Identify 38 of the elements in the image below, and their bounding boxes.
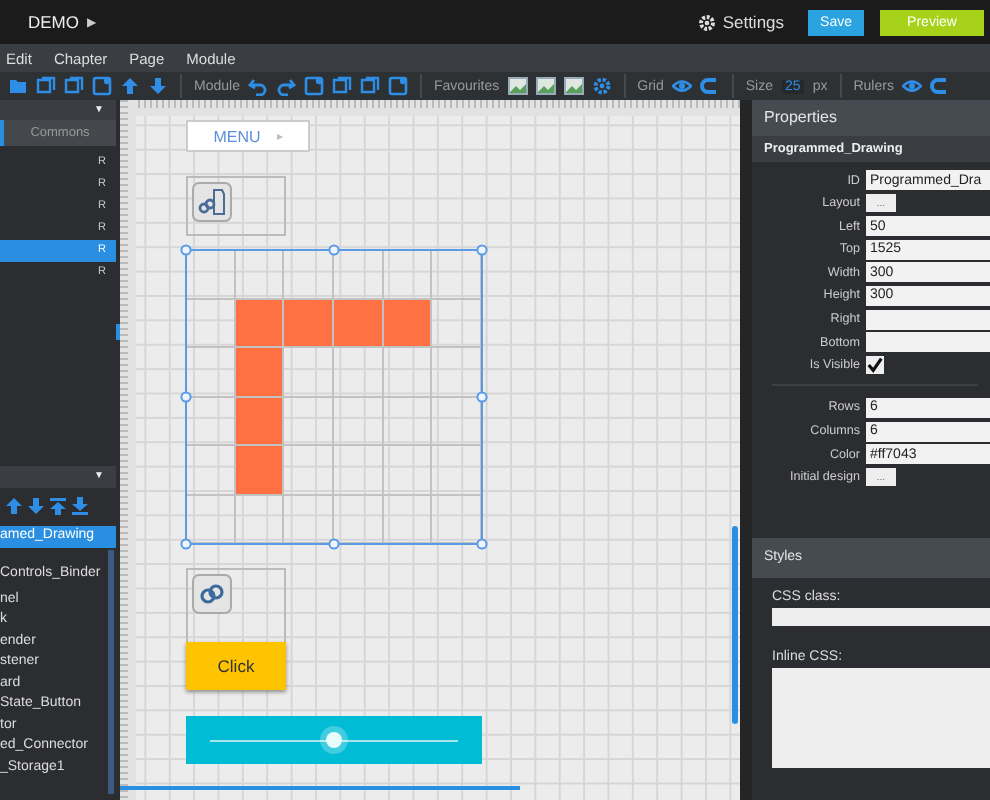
frame-icon[interactable] — [303, 76, 324, 96]
copy-icon[interactable] — [36, 76, 56, 96]
panel-title: Properties — [752, 100, 990, 136]
eye-icon[interactable] — [901, 76, 922, 96]
input-field[interactable] — [866, 332, 990, 353]
undo-icon[interactable] — [247, 76, 268, 96]
settings-link[interactable]: Settings — [698, 12, 785, 32]
move-bottom-icon[interactable] — [70, 496, 90, 517]
down-arrow-icon[interactable] — [148, 76, 168, 96]
frame-icon[interactable] — [387, 76, 408, 96]
redo-icon[interactable] — [275, 76, 296, 96]
settings-icon[interactable] — [591, 76, 612, 96]
project-title: DEMO — [28, 12, 79, 32]
slider[interactable] — [186, 716, 482, 764]
click-button[interactable]: Click — [186, 642, 286, 690]
eye-icon[interactable] — [671, 76, 692, 96]
magnet-icon[interactable] — [699, 76, 720, 96]
move-top-icon[interactable] — [48, 496, 68, 517]
input-field[interactable] — [772, 608, 990, 626]
link-media-icon — [192, 182, 232, 222]
pages-icon[interactable] — [331, 76, 352, 96]
scrollbar[interactable] — [732, 526, 738, 724]
widget-frame[interactable] — [186, 176, 286, 236]
up-arrow-icon[interactable] — [120, 76, 140, 96]
settings-icon — [698, 13, 717, 31]
pages-icon[interactable] — [359, 76, 380, 96]
move-down-icon[interactable] — [26, 496, 46, 517]
move-up-icon[interactable] — [4, 496, 24, 517]
scroll-marker[interactable] — [116, 324, 120, 340]
scrollbar[interactable] — [108, 550, 114, 795]
page-icon[interactable] — [64, 76, 84, 96]
slider-thumb[interactable] — [326, 732, 342, 748]
link-icon — [192, 574, 232, 614]
magnet-icon[interactable] — [929, 76, 950, 96]
checkbox[interactable] — [866, 356, 884, 375]
input-field[interactable] — [866, 309, 990, 330]
folder-icon[interactable] — [8, 76, 28, 96]
scrollbar[interactable] — [120, 786, 520, 790]
